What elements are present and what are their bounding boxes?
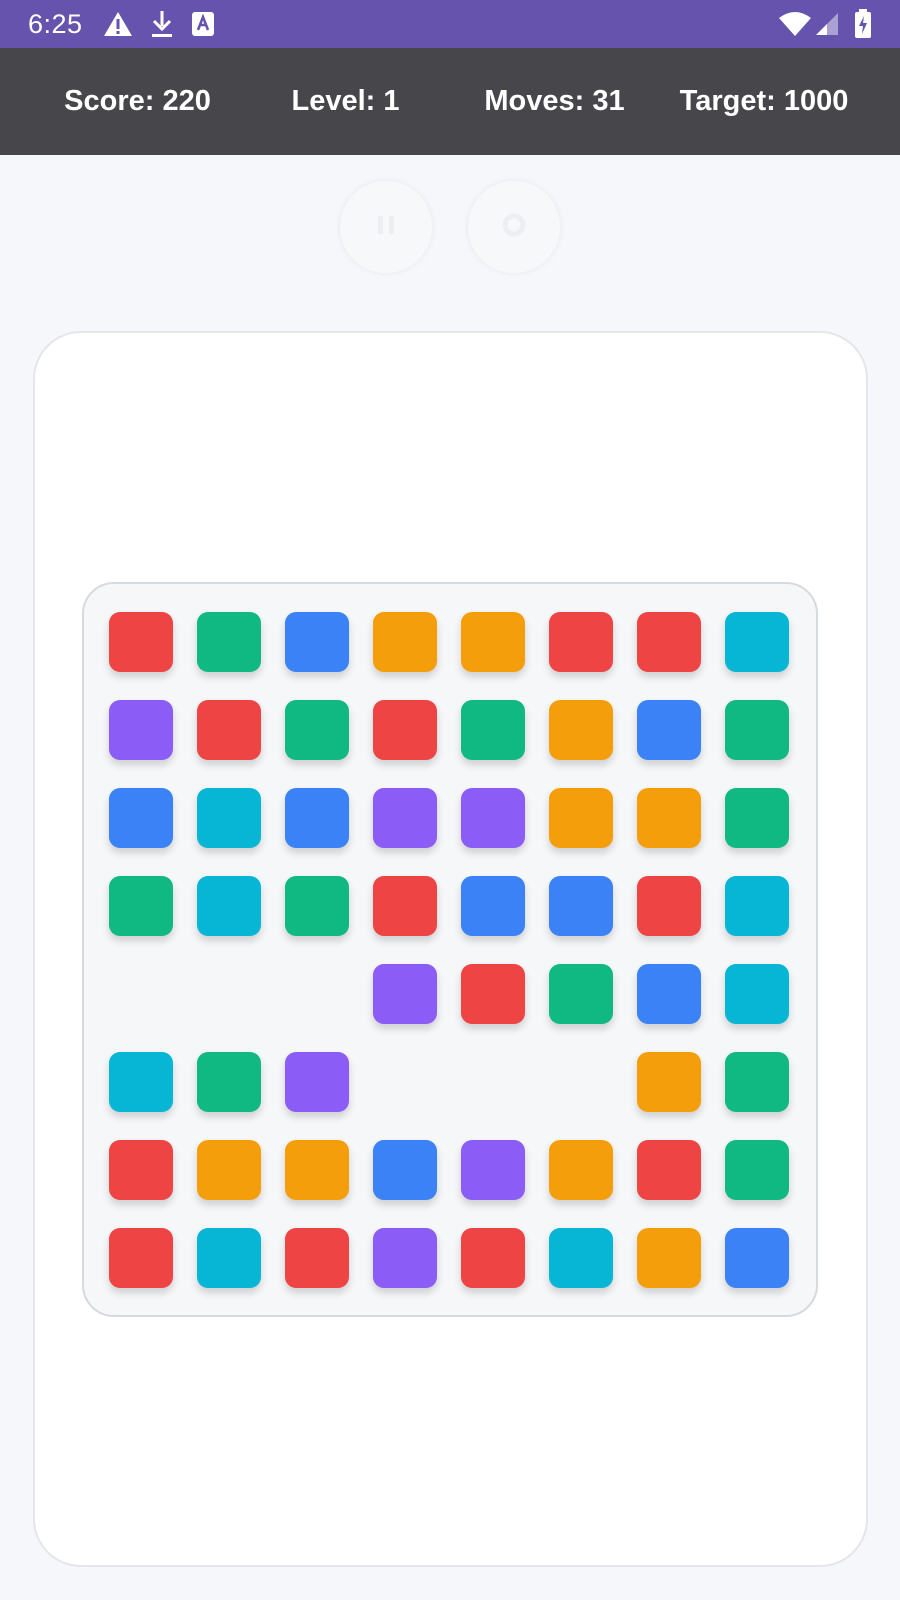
tile-cyan[interactable] [725, 876, 789, 936]
tile-blue[interactable] [285, 612, 349, 672]
tile-green[interactable] [725, 1052, 789, 1112]
tile-red[interactable] [109, 1228, 173, 1288]
tile-red[interactable] [637, 876, 701, 936]
tile-cyan[interactable] [197, 1228, 261, 1288]
warning-icon [103, 10, 133, 43]
tile-cyan[interactable] [549, 1228, 613, 1288]
tile-red[interactable] [549, 612, 613, 672]
tile-red[interactable] [373, 700, 437, 760]
tile-orange[interactable] [637, 788, 701, 848]
pause-button[interactable] [338, 179, 434, 275]
tile-red[interactable] [373, 876, 437, 936]
tile-green[interactable] [285, 876, 349, 936]
tile-green[interactable] [109, 876, 173, 936]
tile-blue[interactable] [725, 1228, 789, 1288]
game-board [82, 582, 818, 1317]
target-label: Target: 1000 [679, 85, 849, 117]
tile-orange[interactable] [549, 1140, 613, 1200]
tile-orange[interactable] [637, 1052, 701, 1112]
battery-charging-icon [854, 9, 872, 44]
tile-green[interactable] [285, 700, 349, 760]
tile-red[interactable] [461, 1228, 525, 1288]
pause-icon [371, 210, 401, 245]
tile-red[interactable] [109, 612, 173, 672]
status-bar: 6:25 [0, 0, 900, 48]
level-label: Level: 1 [291, 85, 400, 117]
tile-green[interactable] [725, 700, 789, 760]
tile-orange[interactable] [549, 788, 613, 848]
tile-orange[interactable] [373, 612, 437, 672]
tile-cyan[interactable] [725, 964, 789, 1024]
status-time: 6:25 [28, 9, 83, 39]
tile-orange[interactable] [549, 700, 613, 760]
tile-blue[interactable] [461, 876, 525, 936]
tile-red[interactable] [109, 1140, 173, 1200]
tile-blue[interactable] [637, 964, 701, 1024]
tile-blue[interactable] [373, 1140, 437, 1200]
tile-orange[interactable] [637, 1228, 701, 1288]
game-header: Score: 220 Level: 1 Moves: 31 Target: 10… [0, 48, 900, 155]
tile-green[interactable] [725, 788, 789, 848]
tile-green[interactable] [549, 964, 613, 1024]
tile-red[interactable] [197, 700, 261, 760]
wifi-icon [778, 11, 812, 42]
tile-red[interactable] [637, 1140, 701, 1200]
moves-label: Moves: 31 [484, 85, 625, 117]
tile-blue[interactable] [109, 788, 173, 848]
tile-orange[interactable] [461, 612, 525, 672]
tile-green[interactable] [725, 1140, 789, 1200]
tile-green[interactable] [197, 612, 261, 672]
tile-purple[interactable] [109, 700, 173, 760]
tile-green[interactable] [461, 700, 525, 760]
tile-orange[interactable] [197, 1140, 261, 1200]
tile-purple[interactable] [285, 1052, 349, 1112]
score-label: Score: 220 [64, 85, 211, 117]
restart-icon [499, 210, 529, 245]
tile-blue[interactable] [285, 788, 349, 848]
tile-green[interactable] [197, 1052, 261, 1112]
tile-red[interactable] [461, 964, 525, 1024]
tile-purple[interactable] [373, 1228, 437, 1288]
tile-red[interactable] [637, 612, 701, 672]
download-icon [150, 10, 174, 43]
tile-red[interactable] [285, 1228, 349, 1288]
restart-button[interactable] [466, 179, 562, 275]
tile-orange[interactable] [285, 1140, 349, 1200]
tile-cyan[interactable] [725, 612, 789, 672]
tile-purple[interactable] [461, 1140, 525, 1200]
tile-blue[interactable] [549, 876, 613, 936]
tile-cyan[interactable] [197, 788, 261, 848]
text-a-icon [191, 10, 215, 43]
tile-cyan[interactable] [109, 1052, 173, 1112]
cell-signal-icon [815, 12, 839, 41]
tile-purple[interactable] [461, 788, 525, 848]
tile-cyan[interactable] [197, 876, 261, 936]
tile-blue[interactable] [637, 700, 701, 760]
tile-purple[interactable] [373, 788, 437, 848]
tile-purple[interactable] [373, 964, 437, 1024]
